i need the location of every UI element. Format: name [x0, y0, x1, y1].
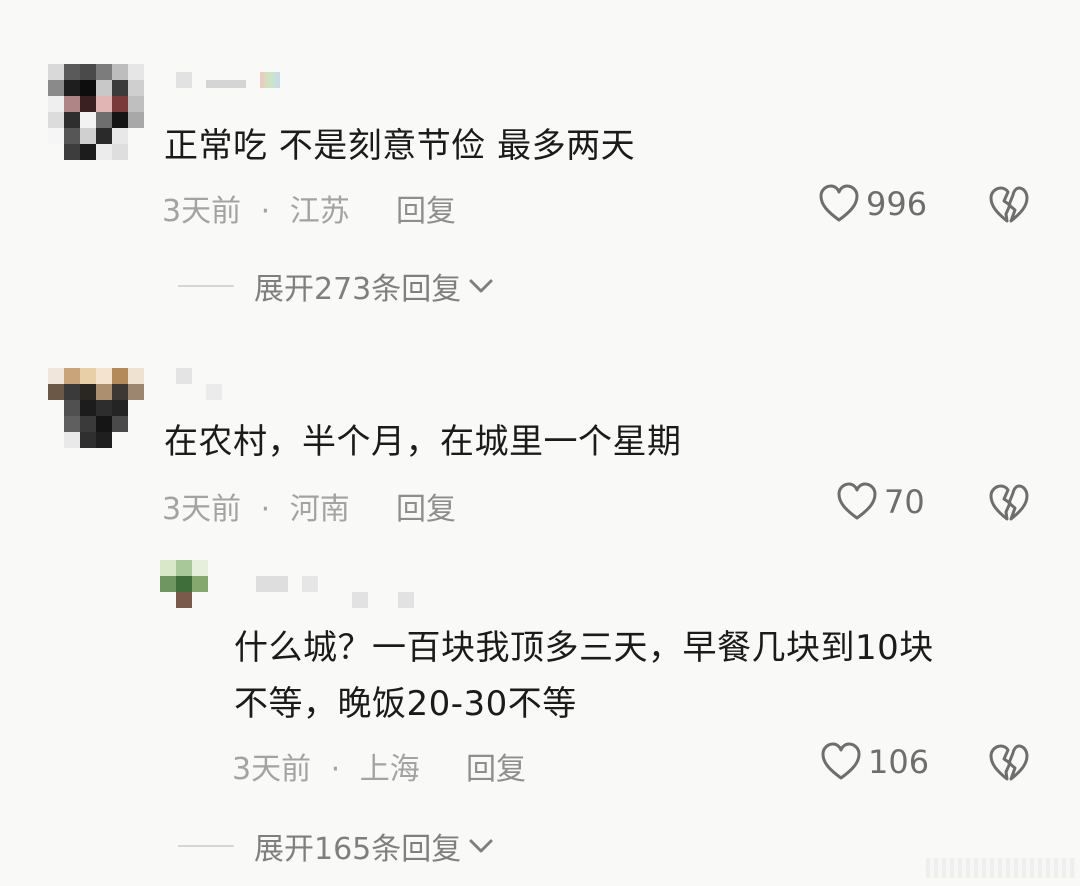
username-redacted[interactable]: [176, 72, 280, 88]
comment-location: 江苏: [289, 194, 350, 229]
avatar[interactable]: [48, 64, 144, 160]
meta-separator: ·: [260, 194, 271, 229]
broken-heart-icon: [989, 744, 1029, 781]
like-count: 70: [884, 483, 925, 521]
reply-button[interactable]: 回复: [396, 186, 456, 230]
expand-replies-label: 展开165条回复: [254, 832, 462, 867]
divider-line: [178, 285, 234, 287]
reply-to-username-redacted: [352, 592, 414, 608]
like-count: 106: [868, 743, 930, 781]
like-button[interactable]: 996: [818, 184, 927, 224]
expand-replies-label: 展开273条回复: [254, 272, 462, 307]
reply-text-line-1: 什么城？一百块我顶多三天，早餐几块到10块: [234, 628, 934, 668]
dislike-button[interactable]: [988, 744, 1030, 788]
comment-time: 3天前: [162, 492, 242, 527]
broken-heart-icon: [989, 484, 1029, 521]
chevron-down-icon: [469, 279, 493, 293]
dislike-button[interactable]: [988, 186, 1030, 230]
like-button[interactable]: 70: [836, 482, 925, 522]
heart-outline-icon: [837, 482, 877, 520]
avatar[interactable]: [48, 368, 144, 464]
comment-location: 河南: [289, 492, 350, 527]
like-button[interactable]: 106: [820, 742, 929, 782]
expand-replies-button[interactable]: 展开273条回复: [178, 264, 495, 308]
comment-text: 正常吃 不是刻意节俭 最多两天: [164, 126, 636, 166]
heart-outline-icon: [821, 742, 861, 780]
expand-replies-button[interactable]: 展开165条回复: [178, 824, 495, 868]
heart-outline-icon: [819, 184, 859, 222]
watermark: [926, 858, 1076, 878]
reply-text-line-2: 不等，晚饭20-30不等: [234, 684, 577, 724]
dislike-button[interactable]: [988, 484, 1030, 528]
reply-meta: 3天前 · 上海: [232, 744, 420, 788]
like-count: 996: [866, 185, 928, 223]
broken-heart-icon: [989, 186, 1029, 223]
reply-time: 3天前: [232, 752, 312, 787]
comment-text: 在农村，半个月，在城里一个星期: [164, 422, 682, 462]
comment-meta: 3天前 · 江苏: [162, 186, 350, 230]
reply-location: 上海: [359, 752, 420, 787]
meta-separator: ·: [330, 752, 341, 787]
reply-avatar[interactable]: [160, 560, 224, 624]
chevron-down-icon: [469, 839, 493, 853]
comment-time: 3天前: [162, 194, 242, 229]
divider-line: [178, 845, 234, 847]
reply-button[interactable]: 回复: [396, 484, 456, 528]
comment-meta: 3天前 · 河南: [162, 484, 350, 528]
meta-separator: ·: [260, 492, 271, 527]
reply-username-redacted[interactable]: [256, 576, 318, 592]
reply-button[interactable]: 回复: [466, 744, 526, 788]
username-redacted[interactable]: [176, 368, 222, 400]
